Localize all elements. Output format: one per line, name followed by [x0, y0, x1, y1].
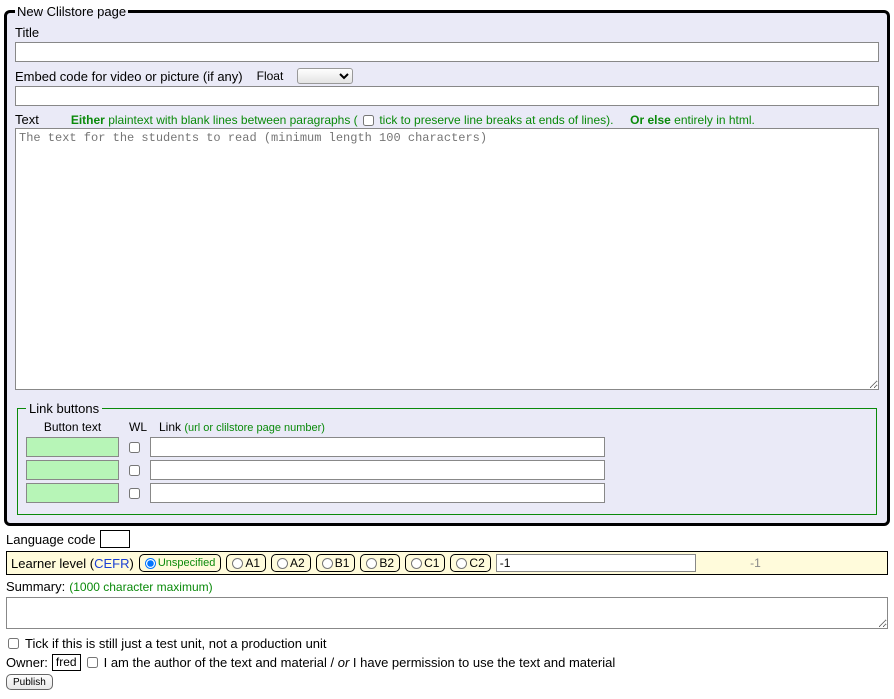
- test-unit-checkbox[interactable]: [8, 638, 19, 649]
- summary-label: Summary:: [6, 579, 65, 594]
- col-link-hint: (url or clilstore page number): [184, 422, 325, 434]
- new-page-fieldset: New Clilstore page Title Embed code for …: [4, 4, 890, 526]
- link-buttons-fieldset: Link buttons Button text WL Link (url or…: [17, 401, 877, 515]
- cefr-option-b1[interactable]: B1: [316, 554, 356, 572]
- cefr-row: Learner level (CEFR) Unspecified A1 A2 B…: [6, 551, 888, 575]
- link-url-input[interactable]: [150, 483, 605, 503]
- col-button-text: Button text: [26, 420, 119, 434]
- preserve-linebreaks-checkbox[interactable]: [363, 115, 374, 126]
- float-select[interactable]: [297, 68, 353, 84]
- float-label: Float: [257, 69, 284, 83]
- link-row: [26, 437, 868, 457]
- summary-hint: (1000 character maximum): [69, 580, 212, 594]
- link-row: [26, 460, 868, 480]
- wl-checkbox[interactable]: [129, 488, 140, 499]
- hint-plaintext: plaintext with blank lines between parag…: [105, 113, 361, 127]
- text-label: Text: [15, 112, 39, 127]
- cefr-option-b2[interactable]: B2: [360, 554, 400, 572]
- embed-label: Embed code for video or picture (if any): [15, 69, 243, 84]
- cefr-link[interactable]: CEFR: [94, 556, 129, 571]
- link-url-input[interactable]: [150, 460, 605, 480]
- link-url-input[interactable]: [150, 437, 605, 457]
- button-text-input[interactable]: [26, 460, 119, 480]
- hint-either: Either: [71, 113, 105, 127]
- hint-tick: tick to preserve line breaks at ends of …: [376, 113, 613, 127]
- col-link: Link: [159, 420, 181, 434]
- summary-textarea[interactable]: [6, 597, 888, 629]
- perm-or: or: [338, 655, 350, 670]
- hint-orelse: Or else: [630, 113, 671, 127]
- cefr-label-prefix: Learner level (: [11, 556, 94, 571]
- owner-label: Owner:: [6, 655, 48, 670]
- link-row: [26, 483, 868, 503]
- col-wl: WL: [129, 420, 149, 434]
- language-code-input[interactable]: [100, 530, 130, 548]
- cefr-option-a1[interactable]: A1: [226, 554, 266, 572]
- fieldset-legend: New Clilstore page: [15, 4, 128, 19]
- wl-checkbox[interactable]: [129, 465, 140, 476]
- title-input[interactable]: [15, 42, 879, 62]
- author-permission-checkbox[interactable]: [87, 657, 98, 668]
- perm-suffix: I have permission to use the text and ma…: [349, 655, 615, 670]
- wl-checkbox[interactable]: [129, 442, 140, 453]
- text-textarea[interactable]: [15, 128, 879, 390]
- embed-input[interactable]: [15, 86, 879, 106]
- perm-prefix: I am the author of the text and material…: [104, 655, 338, 670]
- cefr-option-a2[interactable]: A2: [271, 554, 311, 572]
- cefr-label-suffix: ): [130, 556, 134, 571]
- title-label: Title: [15, 25, 39, 40]
- cefr-numeric-display: -1: [701, 556, 761, 570]
- cefr-option-c1[interactable]: C1: [405, 554, 445, 572]
- button-text-input[interactable]: [26, 437, 119, 457]
- cefr-option-unspecified[interactable]: Unspecified: [139, 554, 221, 572]
- cefr-numeric-input[interactable]: [496, 554, 696, 572]
- link-buttons-legend: Link buttons: [26, 401, 102, 416]
- hint-html: entirely in html.: [671, 113, 755, 127]
- button-text-input[interactable]: [26, 483, 119, 503]
- test-unit-label: Tick if this is still just a test unit, …: [25, 636, 327, 651]
- cefr-option-c2[interactable]: C2: [450, 554, 490, 572]
- owner-name: fred: [52, 654, 81, 671]
- publish-button[interactable]: Publish: [6, 674, 53, 690]
- language-code-label: Language code: [6, 532, 96, 547]
